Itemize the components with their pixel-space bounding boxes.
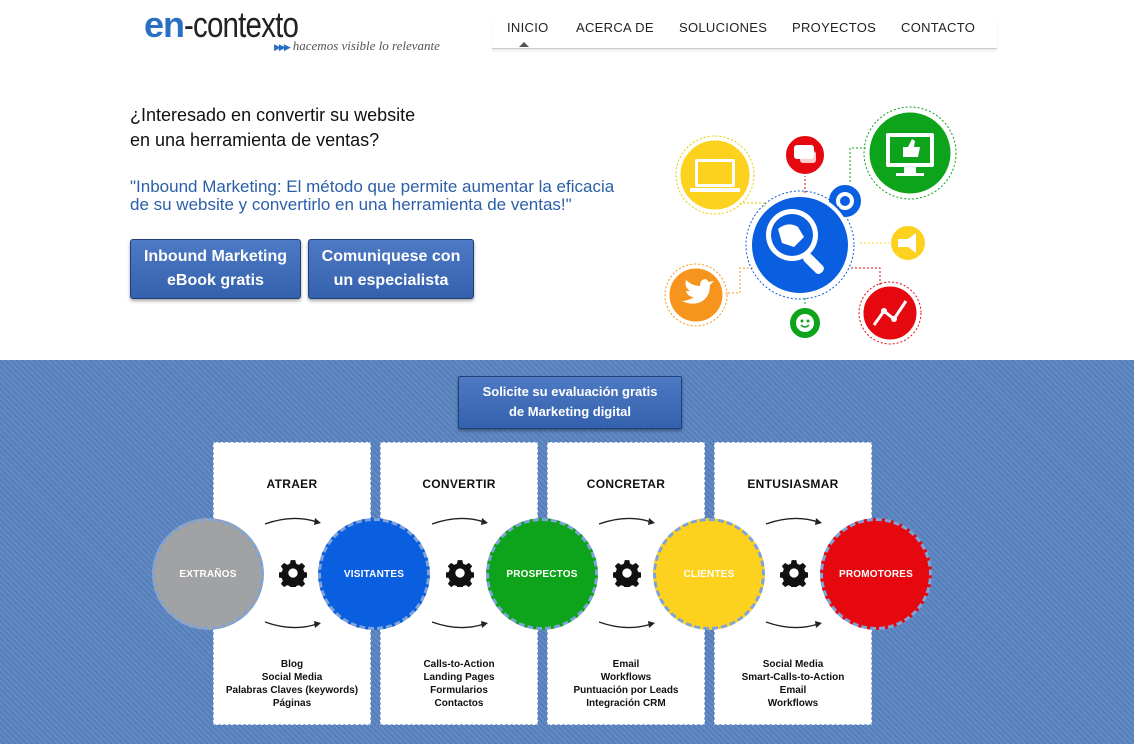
hero-quote: "Inbound Marketing: El método que permit…: [130, 177, 615, 214]
logo-tagline: ▶▶▶ hacemos visible lo relevante: [274, 38, 440, 53]
site-header: en-contexto ▶▶▶ hacemos visible lo releva…: [0, 0, 1134, 60]
gear-icon: [613, 560, 641, 587]
circle-prospectos: PROSPECTOS: [486, 518, 598, 630]
logo-prefix: en: [144, 4, 185, 45]
stage-items: Social Media Smart-Calls-to-Action Email Wo…: [741, 659, 845, 709]
stage-items: Calls-to-Action Landing Pages Formularios C…: [423, 659, 495, 709]
circle-visitantes: VISITANTES: [318, 518, 430, 630]
circle-promotores: PROMOTORES: [820, 518, 932, 630]
nav-item-inicio[interactable]: INICIO: [507, 20, 549, 35]
stage-title: ENTUSIASMAR: [747, 477, 839, 491]
stage-items: Email Workflows Puntuación por Leads Integr…: [573, 659, 679, 709]
arrow-right-icon: [264, 621, 321, 629]
nav-item-proyectos[interactable]: PROYECTOS: [792, 20, 876, 35]
nav-item-acerca-de[interactable]: ACERCA DE: [576, 20, 654, 35]
arrow-right-icon: [765, 621, 822, 629]
ebook-button[interactable]: Inbound Marketing eBook gratis: [130, 239, 301, 299]
megaphone-icon: [889, 224, 927, 262]
circle-clientes: CLIENTES: [653, 518, 765, 630]
circle-extranos: EXTRAÑOS: [152, 518, 264, 630]
stage-title: ATRAER: [266, 477, 318, 491]
gear-icon: [780, 560, 808, 587]
hero-title: ¿Interesado en convertir su website en u…: [130, 105, 416, 150]
arrow-right-icon: [431, 621, 488, 629]
arrow-right-icon: [765, 517, 822, 525]
gear-icon: [446, 560, 474, 587]
arrow-right-icon: [598, 517, 655, 525]
stage-title: CONVERTIR: [422, 477, 496, 491]
gear-icon: [279, 560, 307, 587]
triple-arrow-icon: ▶▶▶: [274, 42, 291, 52]
active-caret-icon: [519, 42, 529, 47]
stage-items: Blog Social Media Palabras Claves (keyword…: [225, 659, 359, 709]
evaluation-button[interactable]: Solicite su evaluación gratis de Marketi…: [458, 376, 682, 429]
arrow-right-icon: [598, 621, 655, 629]
main-nav: INICIO ACERCA DE SOLUCIONES PROYECTOS CO…: [492, 18, 997, 49]
chart-line-icon: [858, 281, 922, 345]
inbound-marketing-illustration: [664, 106, 957, 345]
nav-item-soluciones[interactable]: SOLUCIONES: [679, 20, 767, 35]
stage-title: CONCRETAR: [586, 477, 666, 491]
contact-specialist-button[interactable]: Comuniquese con un especialista: [308, 239, 474, 299]
smiley-icon: [788, 306, 822, 340]
arrow-right-icon: [431, 517, 488, 525]
chat-icon: [784, 134, 826, 176]
arrow-right-icon: [264, 517, 321, 525]
nav-item-contacto[interactable]: CONTACTO: [901, 20, 975, 35]
twitter-bird-icon: [664, 263, 728, 327]
laptop-icon: [675, 135, 755, 215]
thumbs-up-monitor-icon: [863, 106, 957, 200]
